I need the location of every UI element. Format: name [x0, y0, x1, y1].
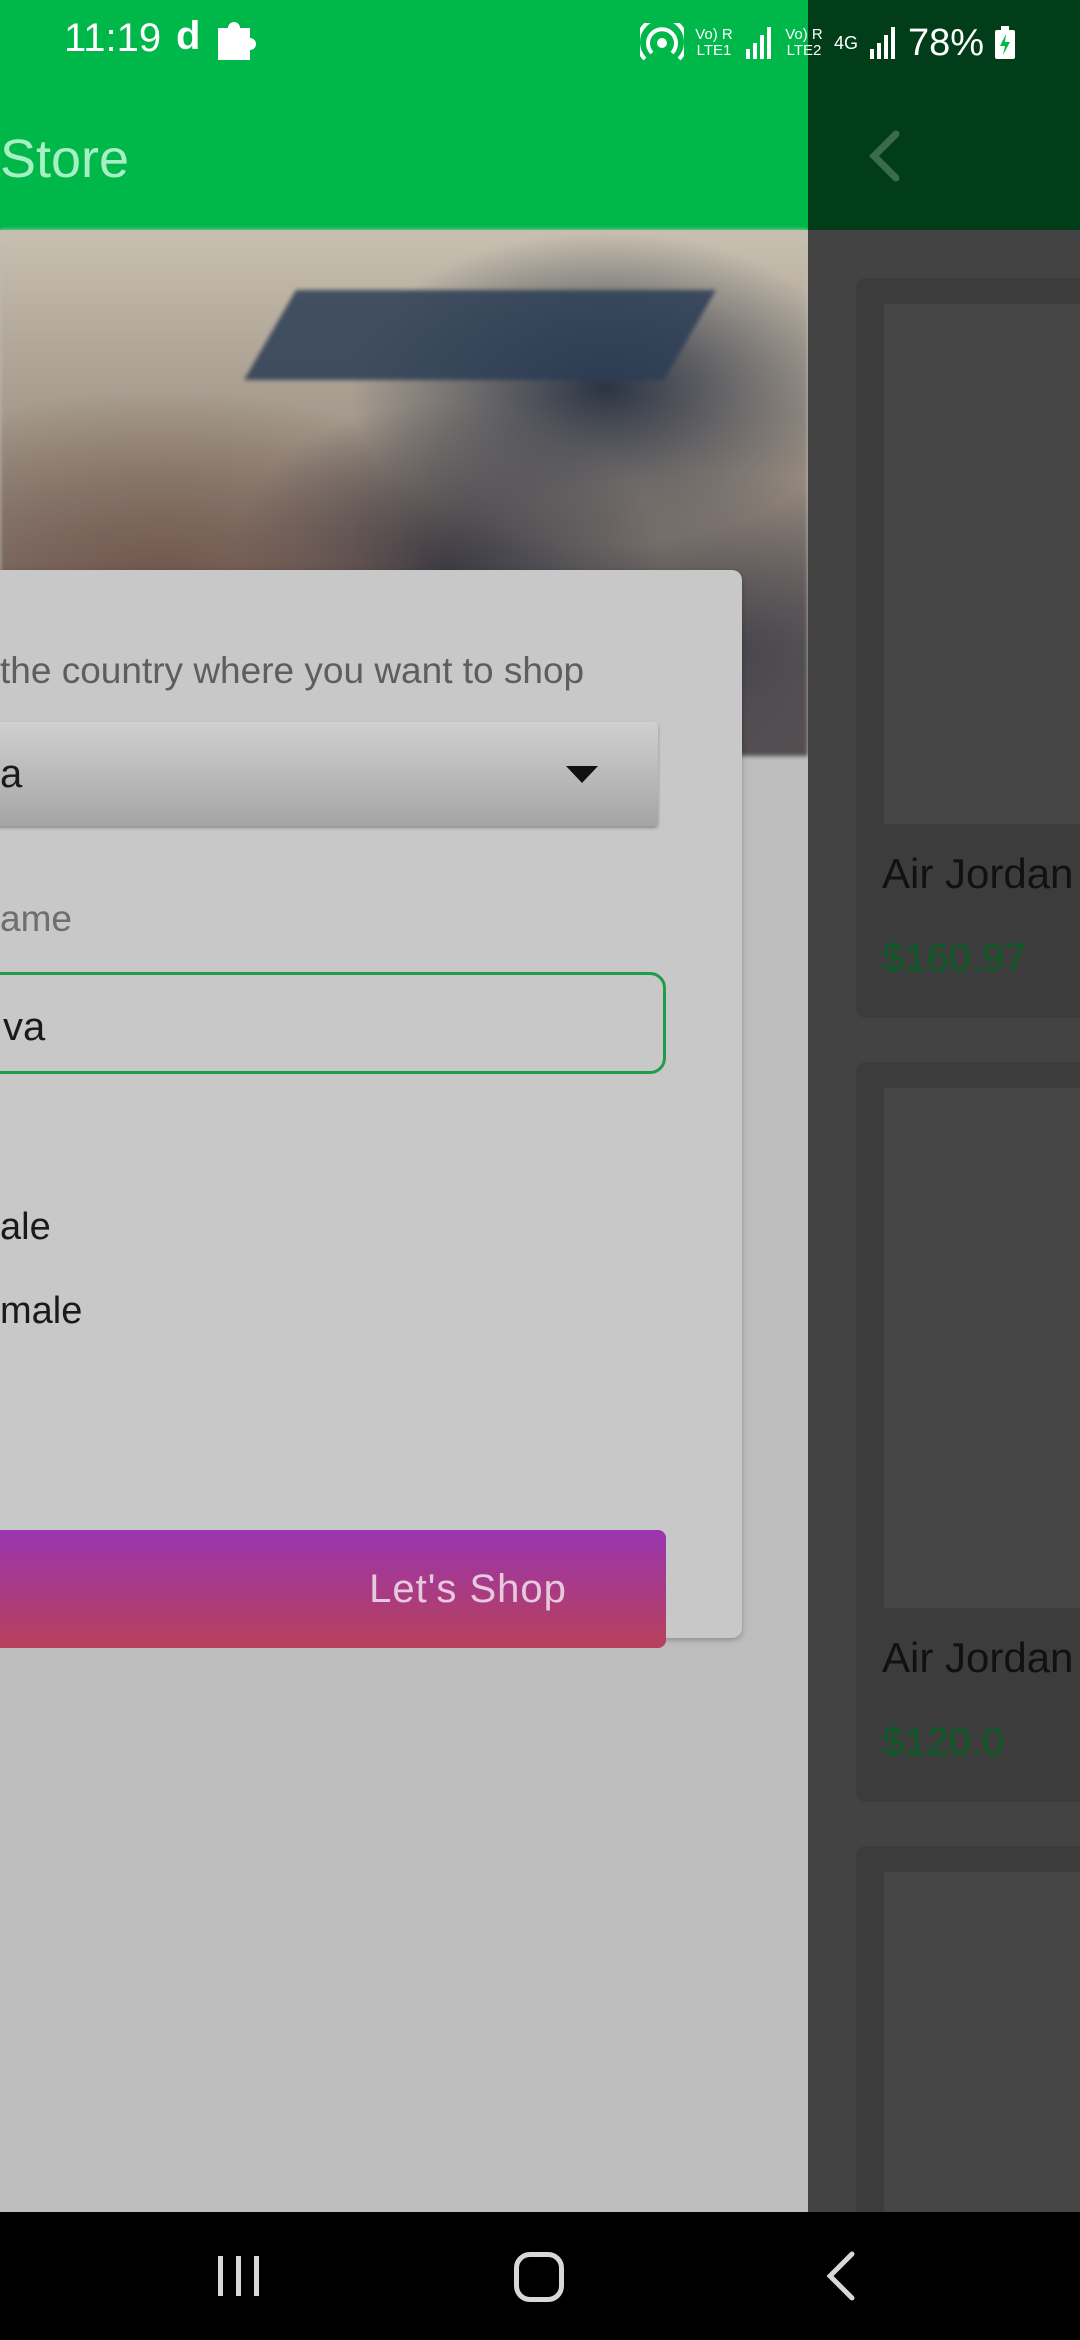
status-icons: Vo) R LTE1 Vo) R LTE2 4G 78% [640, 18, 1016, 68]
name-input-value: va [3, 1005, 46, 1049]
country-label: the country where you want to shop [0, 650, 585, 691]
gender-radio-male[interactable]: ale [0, 1206, 51, 1249]
product-name: Air Jordan [882, 850, 1074, 897]
shop-form-card: the country where you want to shop a ame… [0, 570, 742, 1648]
product-list-toolbar [808, 82, 1080, 230]
back-icon[interactable] [818, 2248, 862, 2304]
sim2-label: Vo) R LTE2 [785, 26, 823, 59]
battery-charging-icon [995, 26, 1016, 59]
product-card[interactable]: Air Jordan $120.0 [856, 1062, 1080, 1802]
name-label: ame [0, 898, 72, 939]
lets-shop-button-label: Let's Shop [369, 1566, 567, 1611]
notification-d-icon: d [176, 14, 201, 58]
status-time: 11:19 [64, 16, 162, 60]
gender-radio-female[interactable]: male [0, 1290, 82, 1333]
puzzle-icon [218, 22, 256, 60]
sim1-label: Vo) R LTE1 [695, 26, 733, 59]
country-dropdown-value: a [0, 752, 23, 796]
dropdown-arrow-icon [566, 766, 598, 783]
product-price: $160.97 [882, 936, 1027, 980]
network-type: 4G [834, 33, 859, 53]
shop-form-screen: Store the country where you want to shop… [0, 82, 808, 2212]
product-image [884, 1088, 1080, 1608]
battery-percent: 78% [908, 21, 985, 64]
product-image [884, 1872, 1080, 2212]
product-card[interactable] [856, 1846, 1080, 2212]
hero-image-awning [244, 290, 716, 380]
status-bar: 11:19 d Vo) R LTE1 Vo) R LTE2 4G 78% [0, 0, 1080, 82]
home-icon[interactable] [514, 2252, 564, 2302]
product-image [884, 304, 1080, 824]
product-name: Air Jordan [882, 1634, 1074, 1681]
country-dropdown[interactable]: a [0, 722, 658, 826]
product-card[interactable]: Air Jordan $160.97 [856, 278, 1080, 1018]
name-input[interactable]: va [0, 972, 666, 1074]
system-nav-bar [0, 2212, 1080, 2340]
recents-icon[interactable] [214, 2254, 264, 2298]
product-price: $120.0 [882, 1720, 1005, 1764]
product-list-screen: Air Jordan $160.97 Air Jordan $120.0 [808, 82, 1080, 2212]
toolbar-title: Store [0, 129, 130, 189]
app-toolbar: Store [0, 82, 808, 230]
signal-icon [746, 27, 771, 59]
back-arrow-icon[interactable] [858, 126, 918, 186]
lets-shop-button[interactable]: Let's Shop [0, 1530, 666, 1648]
signal-icon [870, 27, 896, 59]
hotspot-icon [640, 23, 684, 61]
